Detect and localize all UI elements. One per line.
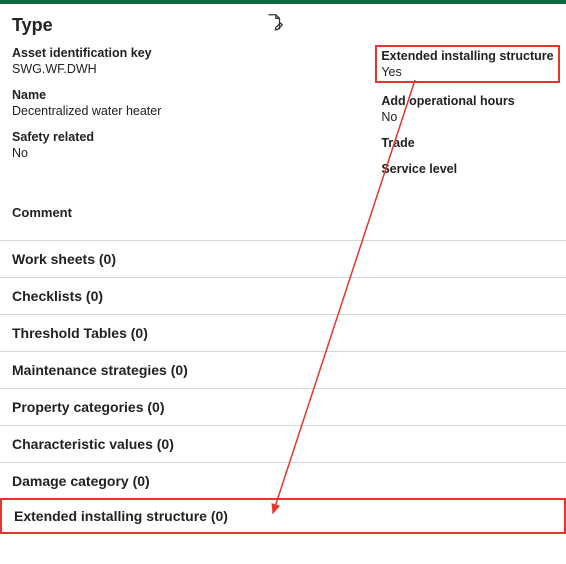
field-trade: Trade (381, 135, 554, 151)
edit-icon[interactable] (263, 12, 285, 39)
field-value: Yes (381, 64, 554, 80)
field-asset-id: Asset identification key SWG.WF.DWH (12, 45, 185, 77)
header-row: Type (0, 4, 566, 45)
section-damage-category[interactable]: Damage category (0) (0, 462, 566, 499)
section-checklists[interactable]: Checklists (0) (0, 277, 566, 314)
field-label: Asset identification key (12, 45, 185, 61)
field-label: Service level (381, 161, 554, 177)
field-extended-installing: Extended installing structure Yes (375, 45, 560, 83)
details-col-left: Asset identification key SWG.WF.DWH Name… (12, 45, 185, 187)
field-add-hours: Add operational hours No (381, 93, 554, 125)
details-col-right: Extended installing structure Yes Add op… (381, 45, 554, 187)
section-characteristic-values[interactable]: Characteristic values (0) (0, 425, 566, 462)
field-value: No (12, 145, 185, 161)
field-service-level: Service level (381, 161, 554, 177)
field-safety: Safety related No (12, 129, 185, 161)
details-grid: Asset identification key SWG.WF.DWH Name… (0, 45, 566, 187)
field-value: No (381, 109, 554, 125)
field-value: Decentralized water heater (12, 103, 185, 119)
field-name: Name Decentralized water heater (12, 87, 185, 119)
section-property-categories[interactable]: Property categories (0) (0, 388, 566, 425)
field-label: Extended installing structure (381, 48, 554, 64)
field-label: Add operational hours (381, 93, 554, 109)
sections-list: Work sheets (0) Checklists (0) Threshold… (0, 240, 566, 534)
section-extended-installing-structure[interactable]: Extended installing structure (0) (0, 498, 566, 534)
page-title: Type (12, 15, 53, 36)
field-label: Safety related (12, 129, 185, 145)
section-work-sheets[interactable]: Work sheets (0) (0, 240, 566, 277)
field-value: SWG.WF.DWH (12, 61, 185, 77)
section-maintenance-strategies[interactable]: Maintenance strategies (0) (0, 351, 566, 388)
section-threshold-tables[interactable]: Threshold Tables (0) (0, 314, 566, 351)
details-col-mid (197, 45, 370, 187)
field-label: Trade (381, 135, 554, 151)
comment-label: Comment (0, 187, 566, 240)
field-label: Name (12, 87, 185, 103)
